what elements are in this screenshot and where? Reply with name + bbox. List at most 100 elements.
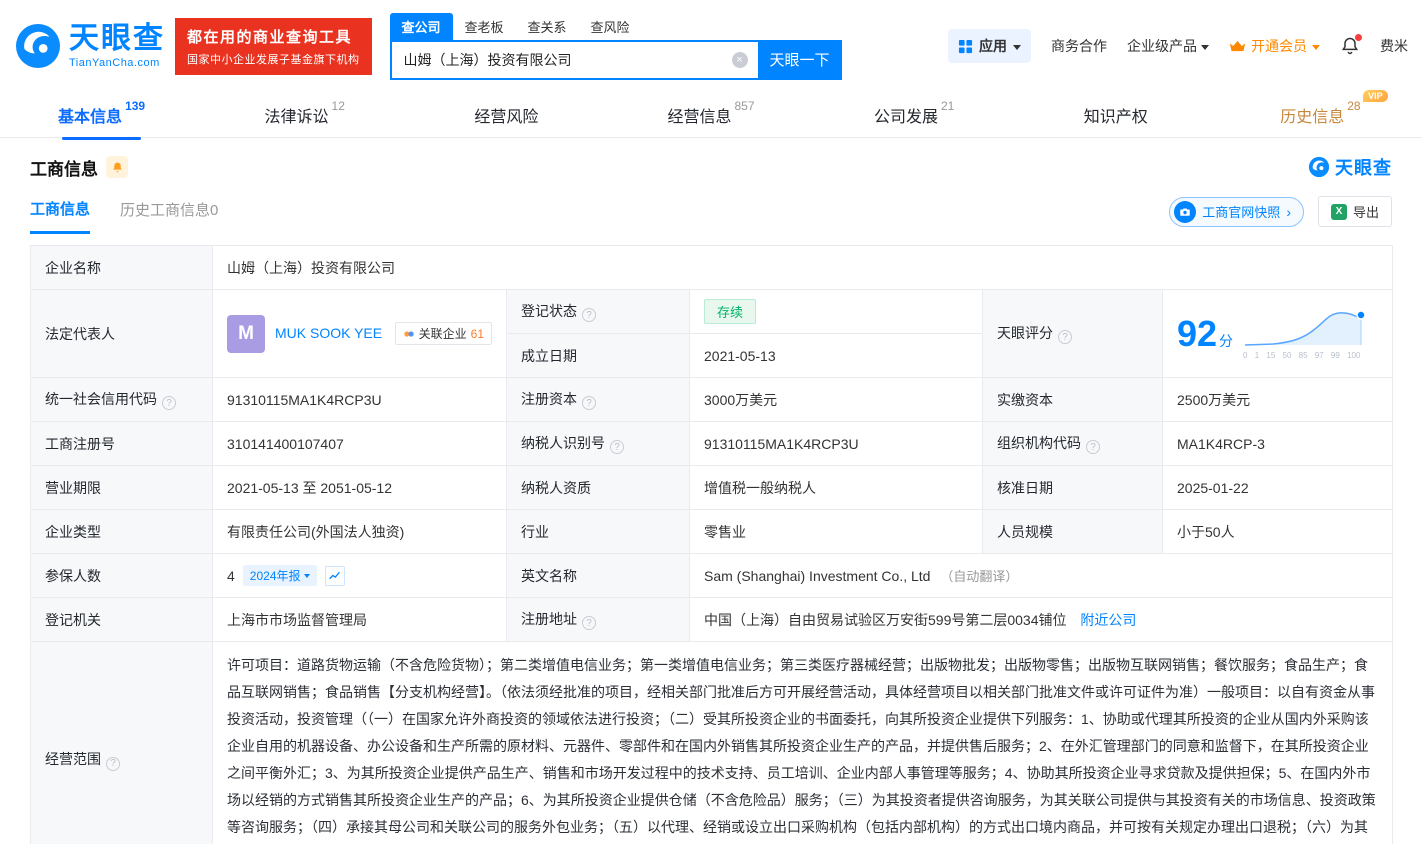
official-snapshot-button[interactable]: 工商官网快照 [1169,197,1304,227]
subtab-business-info[interactable]: 工商信息 [30,198,90,234]
tab-count: 857 [734,99,754,113]
score-chart: 0 1 15 50 85 97 99 100 [1243,307,1371,360]
industry-value: 零售业 [690,510,983,554]
help-icon[interactable] [582,616,596,630]
tab-count: 21 [941,99,954,113]
subtab-history-business-info[interactable]: 历史工商信息0 [120,199,218,232]
clear-search-icon[interactable] [732,52,748,68]
crown-icon [1229,40,1246,52]
status-badge: 存续 [704,299,756,324]
tab-basic-info[interactable]: 基本信息 139 [0,92,203,137]
field-label: 企业类型 [31,510,213,554]
field-label: 组织机构代码 [983,422,1163,466]
tab-count: 28 [1347,99,1360,113]
business-term-value: 2021-05-13 至 2051-05-12 [213,466,507,510]
notification-dot [1355,34,1362,41]
field-label: 纳税人资质 [507,466,690,510]
section-title: 工商信息 [30,155,98,180]
tab-legal-proceedings[interactable]: 法律诉讼 12 [203,92,406,137]
field-label: 成立日期 [507,334,690,378]
tab-label: 经营信息 [667,103,731,127]
company-name-value: 山姆（上海）投资有限公司 [213,246,1393,290]
taxpayer-quality-value: 增值税一般纳税人 [690,466,983,510]
alert-bell-icon[interactable] [106,156,128,178]
user-menu[interactable]: 费米 [1380,36,1408,56]
search-input[interactable] [390,40,758,80]
nearby-companies-link[interactable]: 附近公司 [1080,612,1136,628]
tab-count: 12 [332,99,345,113]
search-tab-boss[interactable]: 查老板 [453,13,516,40]
english-name-value: Sam (Shanghai) Investment Co., Ltd （自动翻译… [690,554,1393,598]
tab-intellectual-property[interactable]: 知识产权 [1016,92,1219,137]
search-tab-risk[interactable]: 查风险 [579,13,642,40]
export-button[interactable]: 导出 [1318,196,1392,227]
help-icon[interactable] [106,757,120,771]
chevron-down-icon [304,574,310,581]
tab-label: 基本信息 [58,103,122,127]
field-label: 参保人数 [31,554,213,598]
apps-button[interactable]: 应用 [948,29,1031,63]
search-tab-relation[interactable]: 查关系 [516,13,579,40]
field-label: 实缴资本 [983,378,1163,422]
related-companies-badge[interactable]: 关联企业 61 [395,322,492,345]
tab-count: 139 [125,99,145,113]
field-label: 统一社会信用代码 [31,378,213,422]
apps-label: 应用 [979,36,1007,56]
trend-chart-icon[interactable] [325,566,345,586]
company-type-value: 有限责任公司(外国法人独资) [213,510,507,554]
top-right-nav: 应用 商务合作 企业级产品 开通会员 费米 [948,29,1408,63]
field-label: 行业 [507,510,690,554]
field-label: 法定代表人 [31,290,213,378]
help-icon[interactable] [162,396,176,410]
tab-company-development[interactable]: 公司发展 21 [813,92,1016,137]
legal-rep-avatar[interactable]: M [227,315,265,353]
excel-icon [1331,204,1347,220]
business-cooperation-link[interactable]: 商务合作 [1051,36,1107,56]
vip-badge: VIP [1363,90,1388,102]
slogan-line1: 都在用的商业查询工具 [187,26,360,47]
search-button[interactable]: 天眼一下 [758,40,842,80]
enterprise-products-label: 企业级产品 [1127,36,1197,56]
snapshot-label: 工商官网快照 [1202,202,1280,221]
tab-history-info[interactable]: 历史信息 28 VIP [1219,92,1422,137]
table-row: 参保人数 4 2024年报 英文名称 Sam (Shanghai) Invest… [31,554,1393,598]
help-icon[interactable] [1086,440,1100,454]
taxpayer-id-value: 91310115MA1K4RCP3U [690,422,983,466]
table-row: 统一社会信用代码 91310115MA1K4RCP3U 注册资本 3000万美元… [31,378,1393,422]
reg-address-cell: 中国（上海）自由贸易试验区万安街599号第二层0034铺位 附近公司 [690,598,1393,642]
tab-label: 公司发展 [874,103,938,127]
tyc-score-cell: 92分 0 1 15 50 85 97 99 100 [1163,290,1393,378]
staff-size-value: 小于50人 [1163,510,1393,554]
legal-rep-cell: M MUK SOOK YEE 关联企业 61 [213,290,507,378]
tab-operation-risk[interactable]: 经营风险 [406,92,609,137]
insured-count-cell: 4 2024年报 [213,554,507,598]
field-label: 注册资本 [507,378,690,422]
field-label: 注册地址 [507,598,690,642]
tianyancha-watermark: 天眼查 [1308,154,1392,180]
table-row: 登记机关 上海市市场监督管理局 注册地址 中国（上海）自由贸易试验区万安街599… [31,598,1393,642]
field-label: 人员规模 [983,510,1163,554]
help-icon[interactable] [1058,330,1072,344]
tyc-score[interactable]: 92分 0 1 15 50 85 97 99 100 [1177,307,1378,360]
help-icon[interactable] [610,440,624,454]
table-row: 工商注册号 310141400107407 纳税人识别号 91310115MA1… [31,422,1393,466]
field-label: 经营范围 [31,642,213,844]
table-row: 经营范围 许可项目：道路货物运输（不含危险货物）；第二类增值电信业务；第一类增值… [31,642,1393,844]
business-scope-value: 许可项目：道路货物运输（不含危险货物）；第二类增值电信业务；第一类增值电信业务；… [213,642,1393,844]
table-row: 营业期限 2021-05-13 至 2051-05-12 纳税人资质 增值税一般… [31,466,1393,510]
field-label: 纳税人识别号 [507,422,690,466]
vip-membership-link[interactable]: 开通会员 [1229,36,1320,56]
notification-bell-icon[interactable] [1340,36,1360,56]
enterprise-products-link[interactable]: 企业级产品 [1127,36,1209,56]
reg-status-value: 存续 [690,290,983,334]
help-icon[interactable] [582,396,596,410]
legal-rep-name-link[interactable]: MUK SOOK YEE [275,323,385,343]
table-row: 企业类型 有限责任公司(外国法人独资) 行业 零售业 人员规模 小于50人 [31,510,1393,554]
annual-report-badge[interactable]: 2024年报 [243,565,317,586]
tianyancha-logo[interactable]: 天眼查 TianYanCha.com [14,22,165,70]
search-tab-company[interactable]: 查公司 [390,13,453,40]
tab-operation-info[interactable]: 经营信息 857 [609,92,812,137]
auto-translate-note: （自动翻译） [940,569,1018,584]
tab-label: 历史信息 [1280,103,1344,127]
help-icon[interactable] [582,308,596,322]
